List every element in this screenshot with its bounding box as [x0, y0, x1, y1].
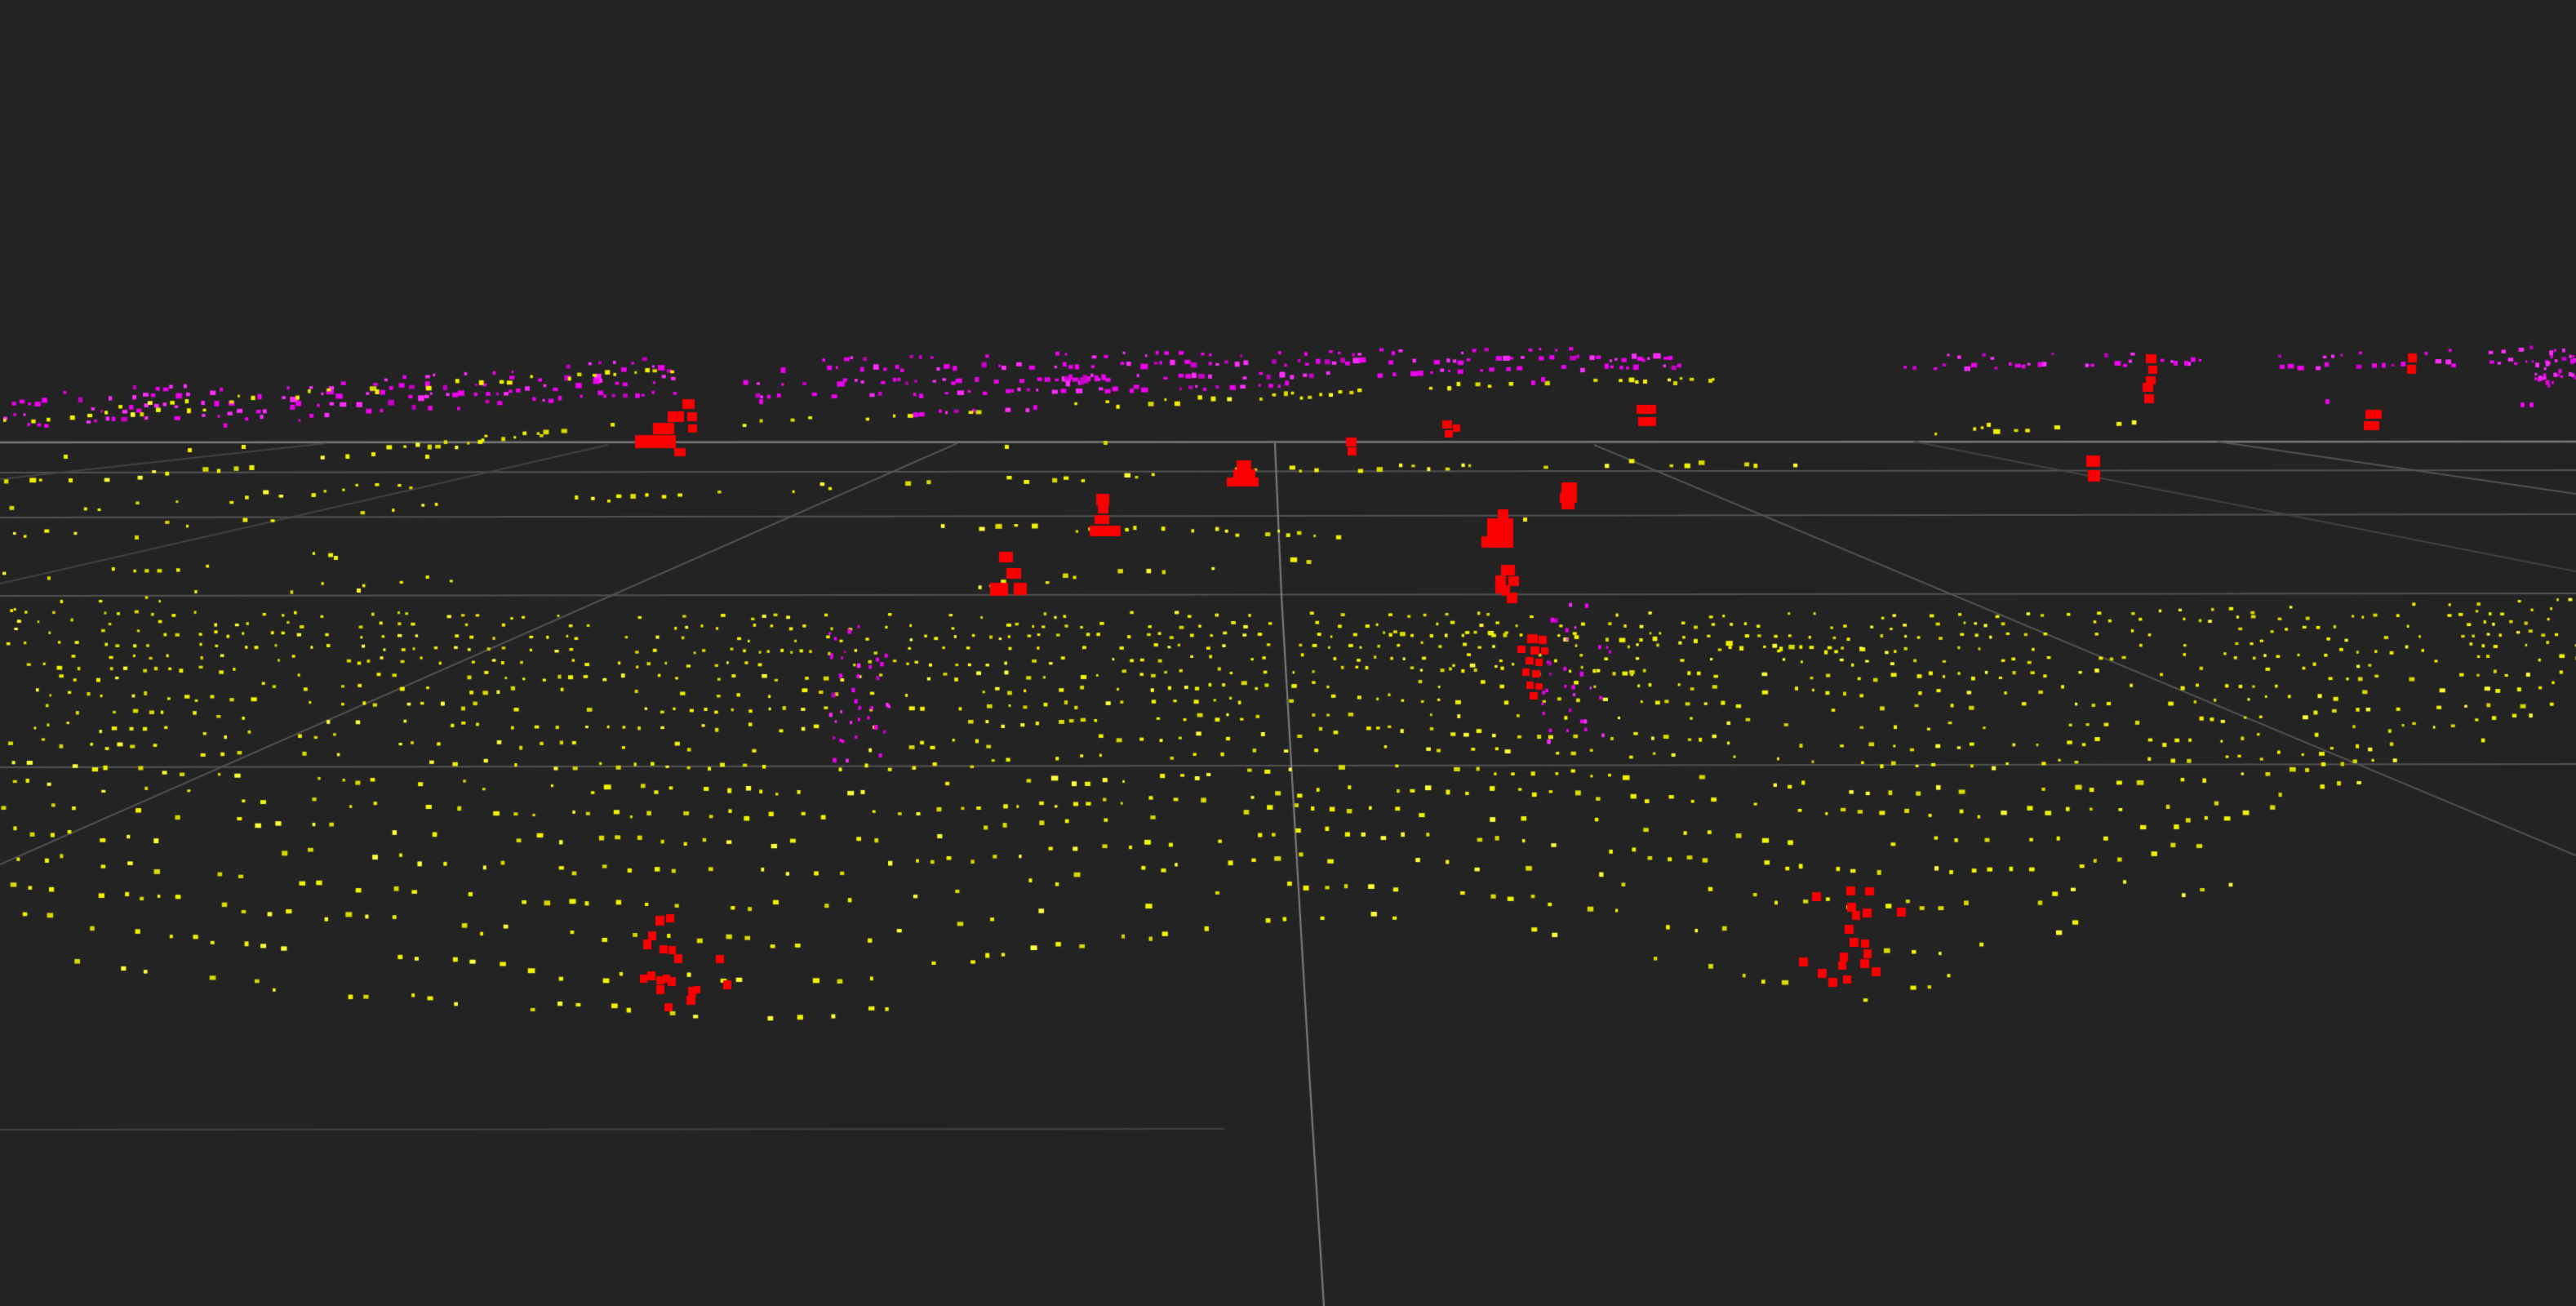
pointcloud-viewport[interactable] [0, 0, 2576, 1306]
lidar-viewer-window [0, 0, 2576, 1306]
